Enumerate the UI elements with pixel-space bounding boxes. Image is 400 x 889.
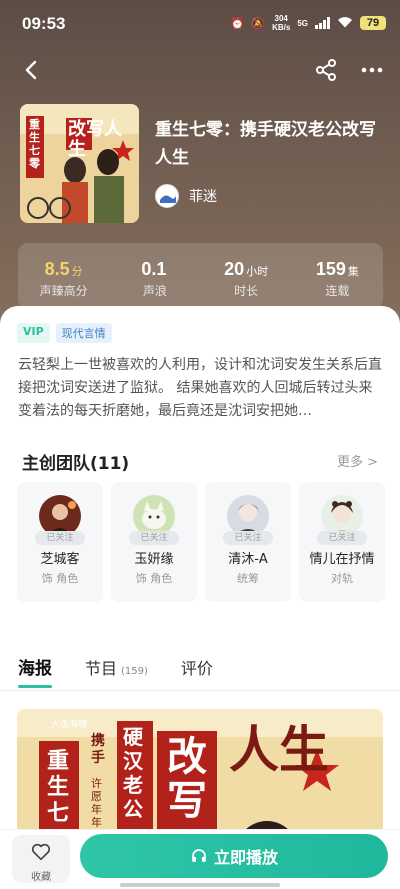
share-button[interactable] [312, 56, 340, 84]
poster-brand: 大鱼海塘 [51, 720, 88, 730]
mute-icon: 🔕 [251, 17, 266, 30]
share-icon [316, 59, 336, 81]
headphones-icon [192, 849, 206, 862]
team-more-link[interactable]: 更多 > [337, 451, 378, 470]
stats-panel: 8.5 分 声臻高分 0.1 声浪 20 小时 时长 159 集 连载 [18, 243, 383, 309]
net-speed-value: 304 [274, 14, 288, 23]
member-name: 芝城客 [40, 552, 80, 567]
stat-value: 0.1 [141, 259, 167, 279]
followed-badge: 已关注 [35, 531, 85, 545]
member-name: 清沐-A [228, 552, 268, 567]
network-type: 5G [297, 18, 308, 28]
tab-label: 评价 [180, 659, 213, 678]
tab-posters[interactable]: 海报 [18, 654, 52, 688]
play-now-button[interactable]: 立即播放 [80, 834, 388, 878]
poster-text-4: 改写 [167, 734, 207, 824]
poster-text-3: 硬汉老公 [123, 725, 143, 821]
team-title: 主创团队(11) [22, 454, 130, 474]
top-nav [0, 52, 400, 88]
member-role: 统筹 [237, 572, 259, 585]
author-avatar [155, 184, 179, 208]
member-role: 对轨 [331, 572, 353, 585]
tab-episodes[interactable]: 节目 (159) [85, 655, 148, 687]
poster-text-1: 重生七 [47, 749, 70, 826]
member-role: 饰 角色 [41, 572, 79, 585]
favorite-label: 收藏 [31, 872, 51, 883]
tab-count: (159) [121, 666, 148, 677]
content-tabs: 海报 节目 (159) 评价 [18, 654, 213, 688]
stat-rating: 8.5 分 声臻高分 [18, 243, 109, 309]
net-speed: 304 KB/s [272, 14, 290, 32]
bottom-action-bar: 收藏 立即播放 [0, 829, 400, 889]
poster-sub: 许愿年年 [91, 777, 102, 829]
member-card[interactable]: 已关注 芝城客 饰 角色 [17, 482, 103, 602]
stat-episodes: 159 集 连载 [292, 243, 383, 309]
cover-title: 重生七零 [29, 118, 40, 170]
stat-label: 连载 [325, 284, 350, 298]
more-button[interactable] [358, 56, 386, 84]
tab-label: 海报 [18, 659, 52, 679]
more-dots-icon [361, 67, 383, 73]
back-arrow-icon [25, 60, 37, 80]
member-role: 饰 角色 [135, 572, 173, 585]
tab-reviews[interactable]: 评价 [181, 655, 213, 687]
signal-icon [315, 17, 330, 29]
stat-value: 8.5 分 [44, 259, 83, 279]
favorite-button[interactable]: 收藏 [12, 835, 70, 883]
play-now-label: 立即播放 [213, 848, 278, 867]
member-card[interactable]: 已关注 清沐-A 统筹 [205, 482, 291, 602]
poster-text-2: 携手 [91, 733, 105, 766]
stat-value: 20 小时 [224, 259, 269, 279]
member-card[interactable]: 已关注 情儿在抒情 对轨 [299, 482, 385, 602]
tag-row: VIP 现代言情 [17, 323, 112, 343]
stat-value: 159 集 [315, 259, 359, 279]
description[interactable]: 云轻梨上一世被喜欢的人利用，设计和沈词安发生关系后直接把沈词安送进了监狱。 结果… [18, 354, 382, 423]
poster-text-5: 人生 [229, 721, 329, 779]
back-button[interactable] [18, 56, 46, 84]
vip-tag: VIP [17, 323, 50, 343]
followed-badge: 已关注 [317, 531, 367, 545]
member-card[interactable]: 已关注 玉妍缘 饰 角色 [111, 482, 197, 602]
status-time: 09:53 [22, 14, 66, 33]
book-title: 重生七零：携手硬汉老公改写人生 [155, 120, 376, 168]
battery-indicator: 79 [360, 16, 386, 30]
member-name: 玉妍缘 [134, 552, 174, 567]
tab-label: 节目 [85, 659, 118, 678]
stat-duration: 20 小时 时长 [201, 243, 292, 309]
home-indicator [120, 883, 280, 887]
book-cover[interactable]: 重生七零 改写人生 [20, 104, 139, 223]
genre-tag[interactable]: 现代言情 [55, 323, 112, 343]
stat-label: 时长 [234, 284, 259, 298]
stat-label: 声臻高分 [39, 284, 88, 298]
followed-badge: 已关注 [223, 531, 273, 545]
status-icons: ⏰ 🔕 304 KB/s 5G 79 [231, 14, 386, 32]
author-name: 菲迷 [189, 189, 217, 205]
tabs-divider [0, 690, 400, 691]
member-name: 情儿在抒情 [309, 552, 375, 567]
status-bar: 09:53 ⏰ 🔕 304 KB/s 5G 79 [0, 0, 400, 46]
team-members: 已关注 芝城客 饰 角色 已关注 玉妍缘 饰 角色 已关注 清沐-A 统筹 已关… [17, 482, 385, 602]
wifi-icon [337, 16, 353, 31]
detail-sheet: VIP 现代言情 云轻梨上一世被喜欢的人利用，设计和沈词安发生关系后直接把沈词安… [0, 306, 400, 889]
heart-icon [31, 843, 51, 861]
cover-headline: 改写人生 [68, 119, 122, 160]
alarm-icon: ⏰ [230, 17, 245, 30]
followed-badge: 已关注 [129, 531, 179, 545]
author-row[interactable]: 菲迷 [155, 184, 217, 208]
stat-wave: 0.1 声浪 [109, 243, 200, 309]
stat-label: 声浪 [142, 284, 167, 298]
net-speed-unit: KB/s [272, 23, 291, 32]
